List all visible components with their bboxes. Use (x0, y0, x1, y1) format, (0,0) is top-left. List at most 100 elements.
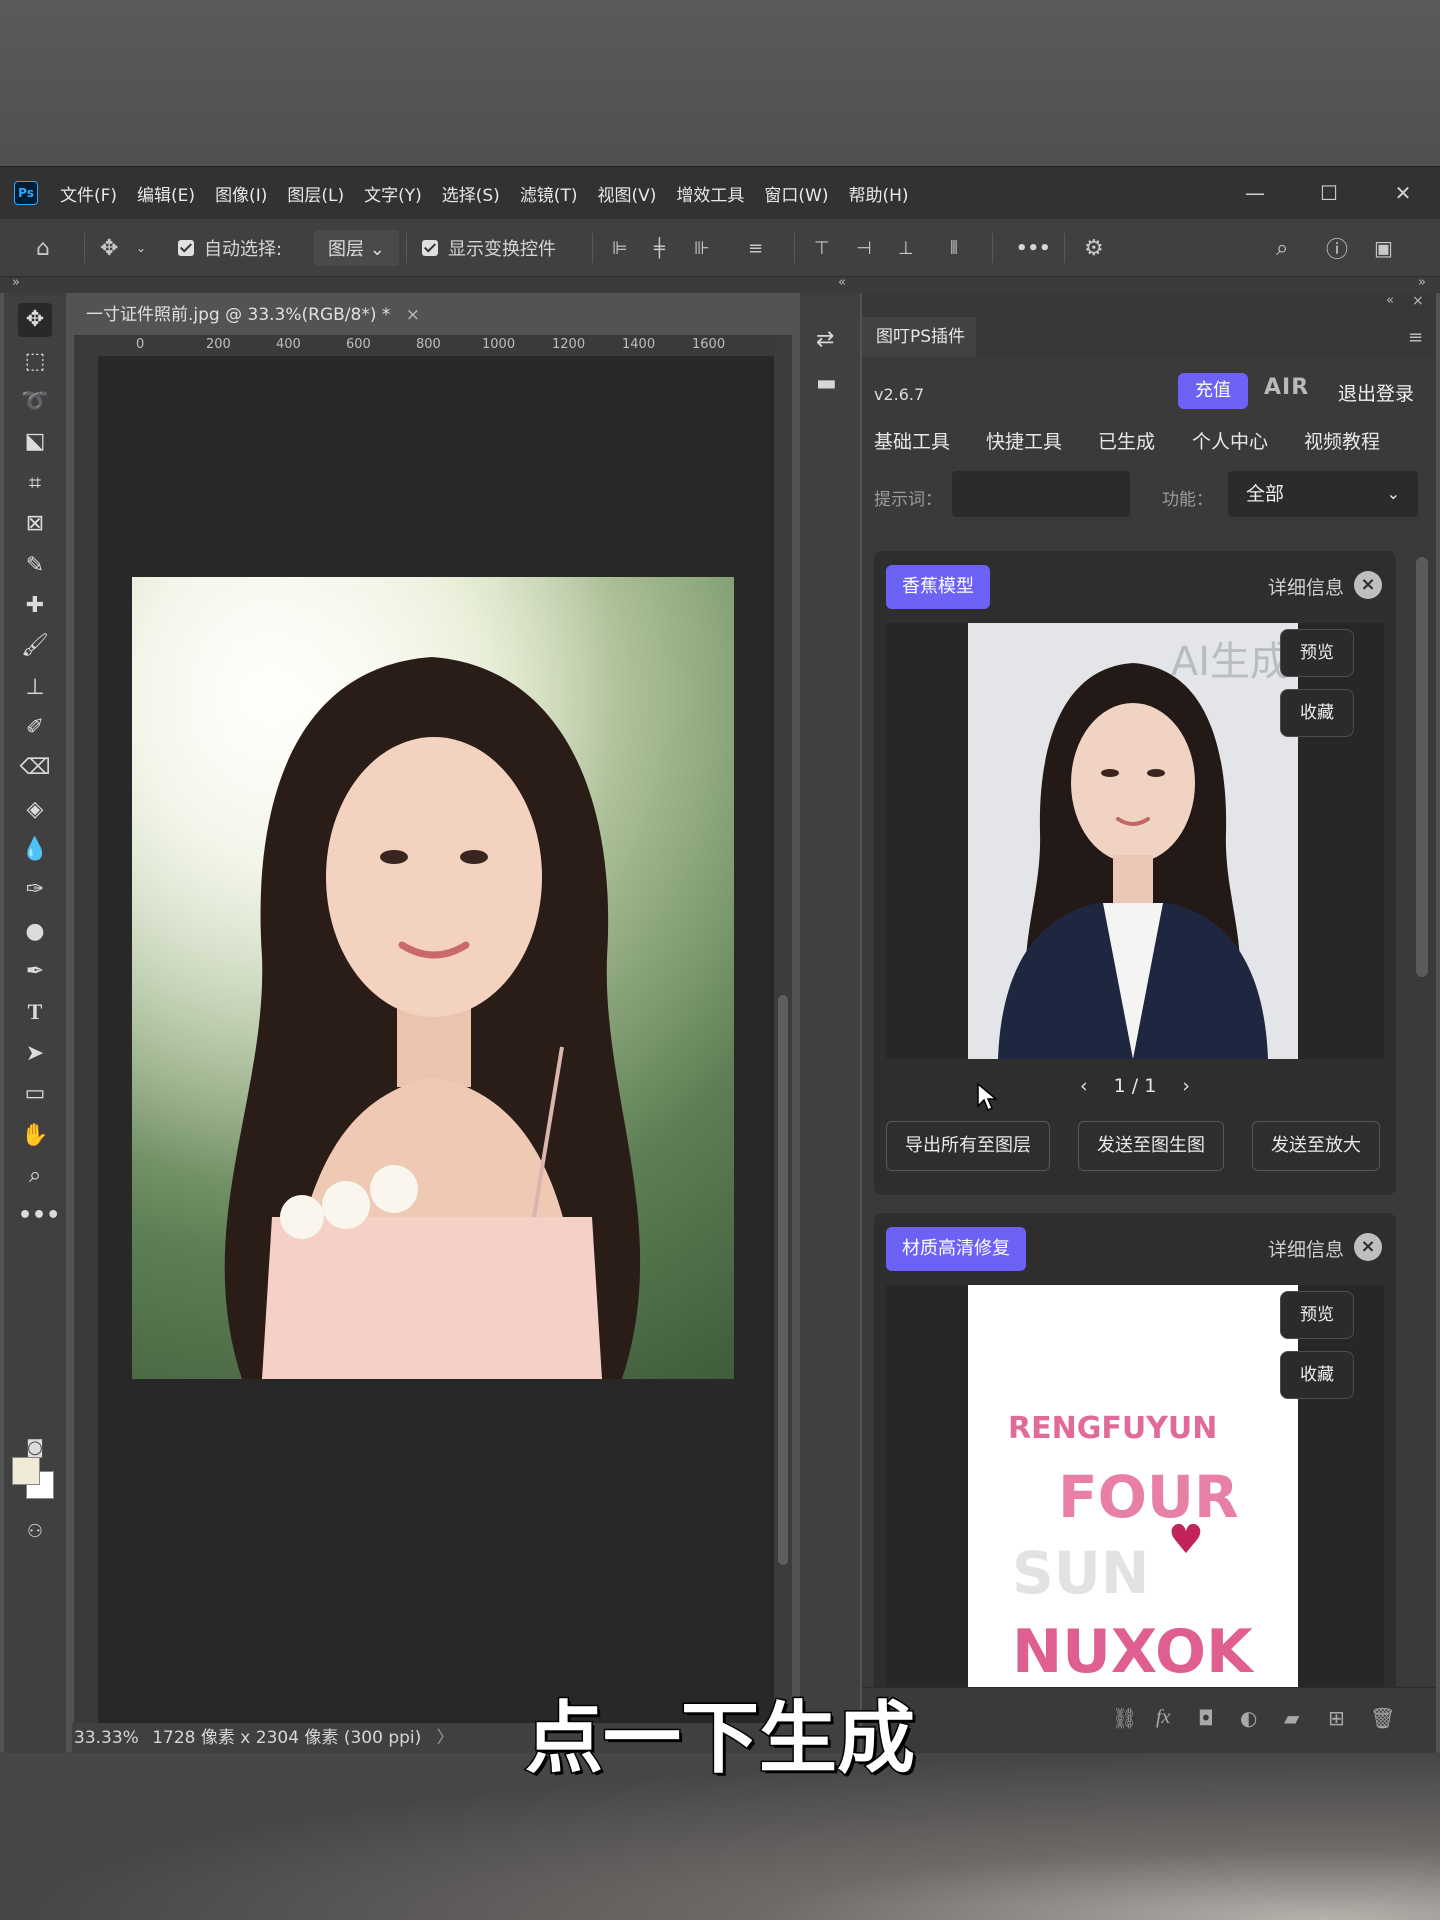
path-select-icon[interactable]: ➤ (18, 1037, 52, 1071)
history-panel-icon[interactable]: ⇄ (816, 327, 834, 352)
workspace-icon[interactable]: ▣ (1374, 219, 1393, 277)
auto-select-checkbox[interactable]: 自动选择: (178, 219, 282, 277)
move-tool-icon[interactable]: ✥ (100, 219, 118, 277)
collapse-panel-icon[interactable]: « (1386, 293, 1394, 308)
tab-generated[interactable]: 已生成 (1098, 427, 1156, 464)
burn-tool-icon[interactable]: ● (18, 915, 52, 949)
align-right-icon[interactable]: ⊪ (694, 219, 710, 277)
close-icon[interactable]: × (1354, 1233, 1382, 1261)
detail-info-link[interactable]: 详细信息 (1268, 1235, 1344, 1262)
type-tool-icon[interactable]: T (18, 995, 52, 1029)
crop-tool-icon[interactable]: ⌗ (18, 467, 52, 501)
menu-view[interactable]: 视图(V) (597, 181, 656, 206)
plugin-tab[interactable]: 图叮PS插件 (862, 317, 976, 357)
menu-help[interactable]: 帮助(H) (848, 181, 908, 206)
scrollbar-thumb[interactable] (778, 995, 788, 1565)
history-brush-icon[interactable]: ✐ (18, 711, 52, 745)
tab-video-tutorials[interactable]: 视频教程 (1304, 427, 1380, 454)
gear-icon[interactable]: ⚙ (1084, 219, 1104, 277)
comment-panel-icon[interactable]: ▬ (816, 371, 837, 396)
distribute-vertical-icon[interactable]: ⦀ (950, 219, 958, 277)
align-left-icon[interactable]: ⊫ (612, 219, 628, 277)
menu-edit[interactable]: 编辑(E) (137, 181, 195, 206)
tab-personal-center[interactable]: 个人中心 (1192, 427, 1268, 454)
scrollbar-thumb[interactable] (1416, 557, 1428, 977)
hand-tool-icon[interactable]: ✋ (18, 1119, 52, 1153)
close-window-icon[interactable]: ✕ (1366, 167, 1440, 219)
brush-tool-icon[interactable]: 🖌 (18, 629, 52, 663)
object-select-tool-icon[interactable]: ⬕ (18, 425, 52, 459)
zoom-tool-icon[interactable]: ⌕ (18, 1159, 52, 1193)
pen-tool-icon[interactable]: ✒ (18, 955, 52, 989)
close-panel-icon[interactable]: × (1412, 293, 1424, 309)
distribute-icon[interactable]: ≡ (748, 219, 763, 277)
detail-info-link[interactable]: 详细信息 (1268, 573, 1344, 600)
menu-plugins[interactable]: 增效工具 (676, 181, 744, 206)
preview-button[interactable]: 预览 (1280, 629, 1354, 677)
search-icon[interactable]: ⌕ (1276, 219, 1288, 277)
dodge-tool-icon[interactable]: ✑ (18, 873, 52, 907)
eraser-tool-icon[interactable]: ⌫ (18, 751, 52, 785)
eyedropper-tool-icon[interactable]: ✎ (18, 549, 52, 583)
expand-right-icon[interactable]: » (1418, 275, 1426, 290)
show-transform-checkbox[interactable]: 显示变换控件 (422, 219, 556, 277)
align-center-icon[interactable]: ╪ (654, 219, 665, 277)
menu-image[interactable]: 图像(I) (215, 181, 267, 206)
send-to-upscale-button[interactable]: 发送至放大 (1252, 1121, 1380, 1171)
menu-type[interactable]: 文字(Y) (364, 181, 422, 206)
lasso-tool-icon[interactable]: ➰ (18, 385, 52, 419)
minimize-icon[interactable]: — (1218, 167, 1292, 219)
tab-basic-tools[interactable]: 基础工具 (874, 427, 950, 454)
plugin-scrollbar[interactable] (1412, 537, 1432, 1687)
help-icon[interactable]: ⓘ (1326, 219, 1348, 277)
chevron-left-icon[interactable]: ‹ (1080, 1075, 1088, 1097)
healing-tool-icon[interactable]: ✚ (18, 589, 52, 623)
menu-bar: 文件(F) 编辑(E) 图像(I) 图层(L) 文字(Y) 选择(S) 滤镜(T… (60, 167, 929, 219)
maximize-icon[interactable]: ☐ (1292, 167, 1366, 219)
collect-button[interactable]: 收藏 (1280, 1351, 1354, 1399)
expand-icon[interactable]: » (12, 275, 20, 290)
send-to-img2img-button[interactable]: 发送至图生图 (1078, 1121, 1224, 1171)
prompt-input[interactable] (952, 471, 1130, 517)
rectangle-tool-icon[interactable]: ▭ (18, 1077, 52, 1111)
foreground-color-swatch[interactable] (12, 1457, 40, 1485)
auto-select-dropdown[interactable]: 图层 ⌄ (314, 219, 399, 277)
generated-image[interactable]: AI生成 (968, 623, 1298, 1059)
align-bottom-icon[interactable]: ⊥ (898, 219, 914, 277)
tab-quick-tools[interactable]: 快捷工具 (986, 427, 1062, 454)
paint-bucket-icon[interactable]: ◈ (18, 793, 52, 827)
more-options-icon[interactable]: ••• (1016, 219, 1051, 277)
logout-button[interactable]: 退出登录 (1338, 379, 1414, 406)
marquee-tool-icon[interactable]: ⬚ (18, 345, 52, 379)
extras-icon[interactable]: ⚇ (18, 1515, 52, 1549)
menu-file[interactable]: 文件(F) (60, 181, 117, 206)
frame-tool-icon[interactable]: ⊠ (18, 507, 52, 541)
home-icon[interactable]: ⌂ (36, 219, 50, 277)
stamp-tool-icon[interactable]: ⊥ (18, 671, 52, 705)
menu-layer[interactable]: 图层(L) (287, 181, 344, 206)
panel-menu-icon[interactable]: ≡ (1408, 327, 1423, 348)
collapse-icon[interactable]: « (838, 275, 846, 290)
export-to-layers-button[interactable]: 导出所有至图层 (886, 1121, 1050, 1171)
close-icon[interactable]: × (1354, 571, 1382, 599)
menu-window[interactable]: 窗口(W) (764, 181, 828, 206)
align-top-icon[interactable]: ⊤ (814, 219, 830, 277)
ruler-tick: 1400 (622, 337, 656, 352)
align-middle-icon[interactable]: ⊣ (856, 219, 872, 277)
recharge-button[interactable]: 充值 (1178, 373, 1248, 409)
function-select[interactable]: 全部 ⌄ (1228, 471, 1418, 517)
preview-button[interactable]: 预览 (1280, 1291, 1354, 1339)
menu-filter[interactable]: 滤镜(T) (520, 181, 578, 206)
menu-select[interactable]: 选择(S) (442, 181, 500, 206)
more-tools-icon[interactable]: ••• (18, 1199, 60, 1233)
generated-image[interactable]: RENGFUYUN FOUR SUN NUXOK ♥ (968, 1285, 1298, 1687)
chevron-right-icon[interactable]: › (1182, 1075, 1190, 1097)
close-tab-icon[interactable]: × (406, 295, 420, 335)
collect-button[interactable]: 收藏 (1280, 689, 1354, 737)
blur-tool-icon[interactable]: 💧 (18, 833, 52, 867)
ruler-corner (74, 335, 98, 357)
chevron-down-icon[interactable]: ⌄ (136, 219, 146, 277)
document-tab[interactable]: 一寸证件照前.jpg @ 33.3%(RGB/8*) * × (72, 295, 432, 335)
canvas-scrollbar[interactable] (774, 335, 792, 1723)
move-tool-icon[interactable]: ✥ (18, 303, 52, 337)
